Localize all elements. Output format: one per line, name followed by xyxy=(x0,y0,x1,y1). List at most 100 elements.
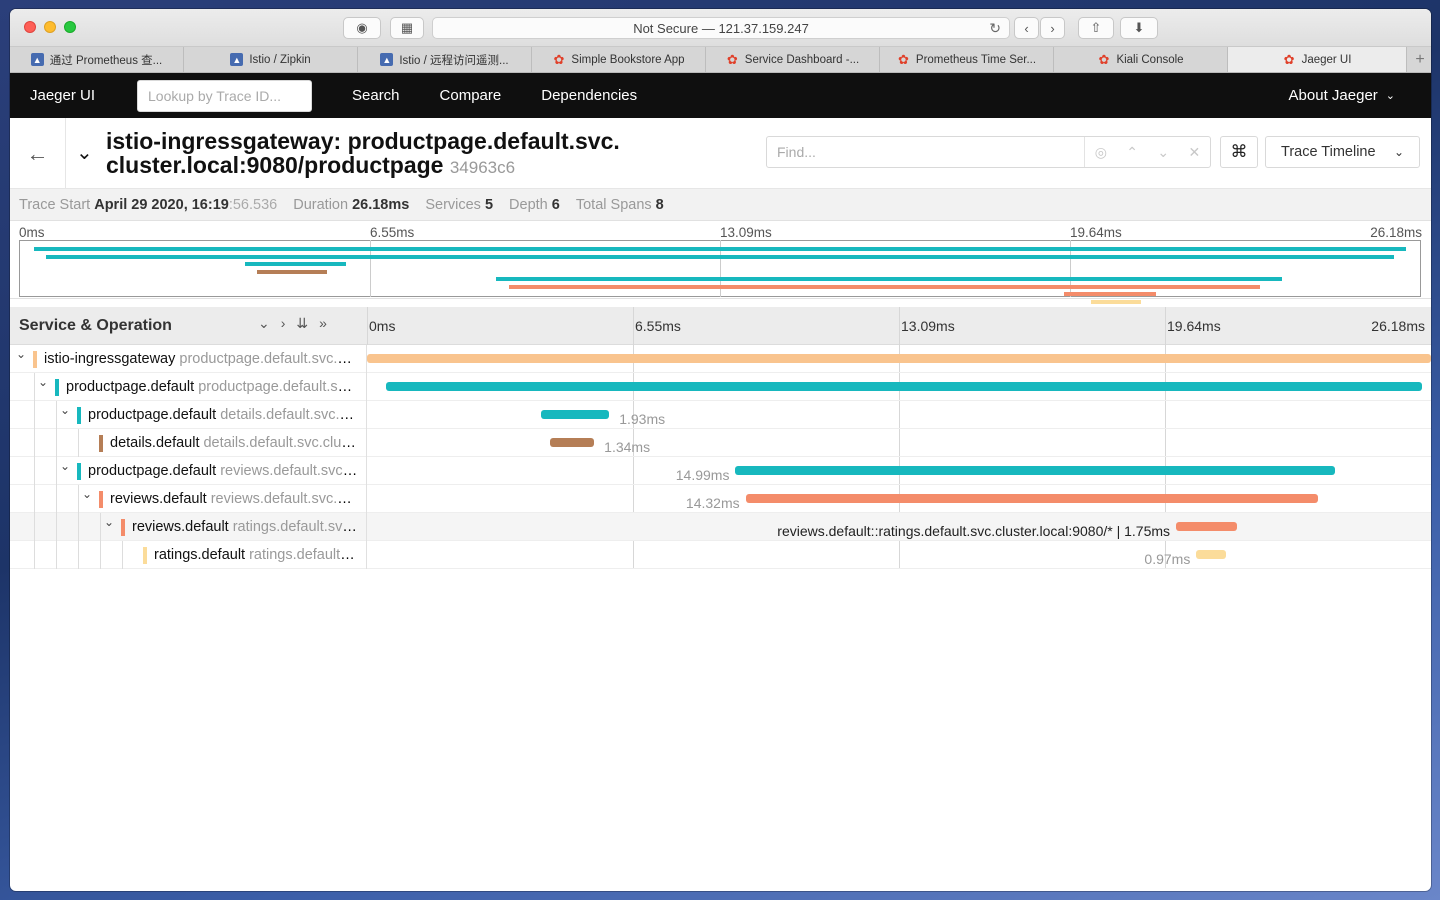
timeline-tick-label: 19.64ms xyxy=(1167,318,1221,334)
span-name-text: productpage.default details.default.svc.c… xyxy=(88,407,358,423)
operation-name: reviews.default.svc.cluster.local:9080/* xyxy=(220,463,358,479)
span-timeline-cell[interactable]: reviews.default::ratings.default.svc.clu… xyxy=(367,513,1431,541)
about-menu[interactable]: About Jaeger ⌄ xyxy=(1289,73,1395,118)
close-window-button[interactable] xyxy=(24,21,36,33)
span-name-text: productpage.default productpage.default.s… xyxy=(66,379,358,395)
span-duration-label: 14.32ms xyxy=(685,495,740,511)
next-match-icon[interactable]: ⌄ xyxy=(1157,144,1169,161)
span-name-cell[interactable]: ⌄ reviews.defaultratings.default.svc.clus… xyxy=(10,513,367,541)
service-color-mark xyxy=(99,435,103,452)
browser-tab[interactable]: ✿ Prometheus Time Ser... xyxy=(880,47,1054,72)
span-name-cell[interactable]: ratings.defaultratings.default.svc.clust… xyxy=(10,541,367,569)
back-arrow-icon[interactable]: ← xyxy=(10,118,66,189)
span-bar[interactable] xyxy=(549,438,595,447)
service-color-mark xyxy=(99,491,103,508)
browser-tab[interactable]: ✿ Kiali Console xyxy=(1054,47,1228,72)
share-icon[interactable]: ⇧ xyxy=(1078,17,1114,39)
maximize-window-button[interactable] xyxy=(64,21,76,33)
keyboard-shortcuts-icon[interactable]: ⌘ xyxy=(1220,136,1258,168)
nav-compare-link[interactable]: Compare xyxy=(440,87,502,104)
expand-toggle-icon[interactable]: ⌄ xyxy=(82,487,92,501)
address-bar[interactable]: Not Secure — 121.37.159.247 ↻ xyxy=(432,17,1010,39)
span-bar[interactable] xyxy=(745,494,1318,503)
span-timeline-cell[interactable] xyxy=(367,373,1431,401)
istio-favicon-icon: ▲ xyxy=(380,53,394,66)
reader-icon[interactable]: ◉ xyxy=(343,17,381,39)
find-input[interactable]: Find... xyxy=(767,137,1085,167)
span-name-cell[interactable]: ⌄ productpage.default productpage.default.… xyxy=(10,373,367,401)
tab-label: Kiali Console xyxy=(1116,53,1184,66)
span-name-cell[interactable]: ⌄ productpage.default reviews.default.svc.… xyxy=(10,457,367,485)
service-name: productpage.default xyxy=(88,463,217,479)
minimize-window-button[interactable] xyxy=(44,21,56,33)
collapse-chevron-icon[interactable]: ⌄ xyxy=(76,140,93,165)
expand-toggle-icon[interactable]: ⌄ xyxy=(16,347,26,361)
browser-tab[interactable]: ▲ 通过 Prometheus 查... xyxy=(10,47,184,72)
expand-toggle-icon[interactable]: ⌄ xyxy=(60,403,70,417)
tree-guide-line xyxy=(34,401,35,429)
clear-search-icon[interactable]: ✕ xyxy=(1189,144,1201,161)
span-name-cell[interactable]: ⌄ reviews.defaultreviews.default.svc.clus… xyxy=(10,485,367,513)
prev-match-icon[interactable]: ⌃ xyxy=(1126,144,1138,161)
column-divider[interactable] xyxy=(367,307,368,345)
expand-one-icon[interactable]: › xyxy=(281,315,286,332)
minimap-span-bar xyxy=(1064,292,1156,296)
forward-nav-icon[interactable]: › xyxy=(1040,17,1065,39)
span-name-cell[interactable]: details.default details.default.svc.clust… xyxy=(10,429,367,457)
expand-toggle-icon[interactable]: ⌄ xyxy=(38,375,48,389)
span-row[interactable]: ⌄ productpage.default productpage.default.… xyxy=(10,373,1431,401)
span-bar[interactable] xyxy=(540,410,610,419)
span-row[interactable]: ⌄ reviews.defaultratings.default.svc.clus… xyxy=(10,513,1431,541)
span-bar[interactable] xyxy=(735,466,1335,475)
browser-tab[interactable]: ▲ Istio / Zipkin xyxy=(184,47,358,72)
span-timeline-cell[interactable]: 1.34ms xyxy=(367,429,1431,457)
downloads-icon[interactable]: ⬇ xyxy=(1120,17,1158,39)
brand-link[interactable]: Jaeger UI xyxy=(30,87,137,104)
span-timeline-cell[interactable] xyxy=(367,345,1431,373)
span-timeline-cell[interactable]: 14.99ms xyxy=(367,457,1431,485)
reload-icon[interactable]: ↻ xyxy=(989,20,1001,37)
span-bar[interactable] xyxy=(367,354,1431,363)
browser-tab[interactable]: ▲ Istio / 远程访问遥测... xyxy=(358,47,532,72)
span-timeline-cell[interactable]: 0.97ms xyxy=(367,541,1431,569)
span-duration-label: 1.93ms xyxy=(619,411,666,427)
trace-id-lookup-input[interactable]: Lookup by Trace ID... xyxy=(137,79,312,112)
span-bar[interactable] xyxy=(1196,550,1226,559)
nav-search-link[interactable]: Search xyxy=(352,87,400,104)
operation-name: reviews.default.svc.cluster.local:9080/* xyxy=(210,491,358,507)
locate-icon[interactable]: ◎ xyxy=(1095,144,1107,161)
span-row[interactable]: ratings.defaultratings.default.svc.clust… xyxy=(10,541,1431,569)
span-row[interactable]: ⌄ productpage.default details.default.svc.… xyxy=(10,401,1431,429)
view-mode-select[interactable]: Trace Timeline ⌄ xyxy=(1265,136,1420,168)
span-row[interactable]: ⌄ reviews.defaultreviews.default.svc.clus… xyxy=(10,485,1431,513)
span-name-text: ratings.defaultratings.default.svc.clust… xyxy=(154,547,358,563)
timeline-tick-label: 0ms xyxy=(369,318,396,334)
span-row[interactable]: ⌄ productpage.default reviews.default.svc.… xyxy=(10,457,1431,485)
istio-favicon-icon: ▲ xyxy=(230,53,244,66)
span-row[interactable]: ⌄ istio-ingressgateway productpage.default… xyxy=(10,345,1431,373)
span-row[interactable]: details.default details.default.svc.clust… xyxy=(10,429,1431,457)
browser-tab[interactable]: ✿ Simple Bookstore App xyxy=(532,47,706,72)
span-bar[interactable] xyxy=(1176,522,1238,531)
span-name-cell[interactable]: ⌄ productpage.default details.default.svc.… xyxy=(10,401,367,429)
sidebar-icon[interactable]: ▦ xyxy=(390,17,424,39)
tree-guide-line xyxy=(78,541,79,569)
span-bar[interactable] xyxy=(385,382,1423,391)
collapse-all-icon[interactable]: ⇊ xyxy=(296,315,308,332)
browser-tab[interactable]: ✿ Service Dashboard -... xyxy=(706,47,880,72)
span-name-cell[interactable]: ⌄ istio-ingressgateway productpage.default… xyxy=(10,345,367,373)
nav-dependencies-link[interactable]: Dependencies xyxy=(541,87,637,104)
tree-guide-line xyxy=(34,513,35,541)
trace-minimap[interactable]: 0ms 6.55ms 13.09ms 19.64ms 26.18ms xyxy=(10,221,1431,304)
expand-toggle-icon[interactable]: ⌄ xyxy=(60,459,70,473)
new-tab-button[interactable]: + xyxy=(1409,47,1431,72)
expand-all-icon[interactable]: » xyxy=(319,315,327,332)
collapse-one-icon[interactable]: ⌄ xyxy=(258,315,270,332)
back-nav-icon[interactable]: ‹ xyxy=(1014,17,1039,39)
span-timeline-cell[interactable]: 14.32ms xyxy=(367,485,1431,513)
browser-window: ◉ ▦ Not Secure — 121.37.159.247 ↻ ‹ › ⇧ … xyxy=(10,9,1431,891)
span-timeline-cell[interactable]: 1.93ms xyxy=(367,401,1431,429)
expand-toggle-icon[interactable]: ⌄ xyxy=(104,515,114,529)
browser-tab-active[interactable]: ✿ Jaeger UI xyxy=(1228,47,1407,72)
minimap-span-bar xyxy=(256,269,327,274)
